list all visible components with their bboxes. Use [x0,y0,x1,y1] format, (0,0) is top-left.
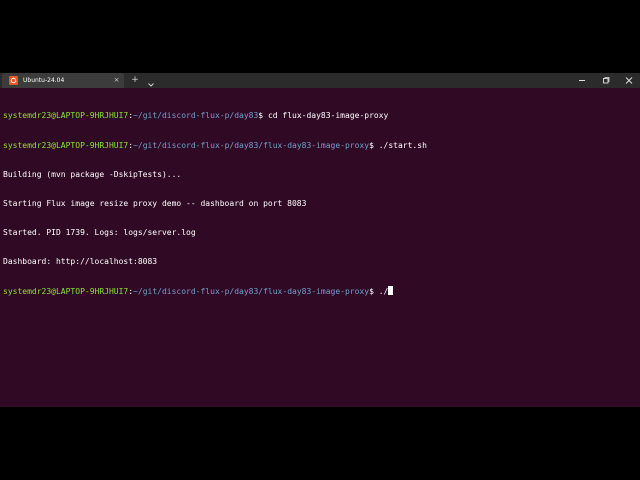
chevron-down-icon[interactable] [146,75,156,87]
title-bar: Ubuntu-24.04 × + [0,73,640,88]
prompt-line-active: systemdr23@LAPTOP-9HRJHUI7:~/git/discord… [3,285,637,296]
output-line: Dashboard: http://localhost:8083 [3,256,158,266]
output-line: Building (mvn package -DskipTests)... [3,169,182,179]
restore-icon [603,77,610,84]
letterbox-bottom [0,407,640,480]
ubuntu-icon [9,76,18,85]
tab-ubuntu[interactable]: Ubuntu-24.04 × [2,73,124,88]
terminal-output[interactable]: systemdr23@LAPTOP-9HRJHUI7:~/git/discord… [3,92,637,315]
prompt-symbol: $ [369,140,379,150]
prompt-line: systemdr23@LAPTOP-9HRJHUI7:~/git/discord… [3,141,637,151]
restore-button[interactable] [594,73,618,88]
new-tab-icon[interactable]: + [130,75,140,86]
prompt-symbol: $ [258,111,268,121]
prompt-user: systemdr23@LAPTOP-9HRJHUI7 [3,286,129,296]
prompt-path: ~/git/discord-flux-p/day83/flux-day83-im… [133,286,370,296]
text-cursor [388,285,394,295]
close-icon [625,77,633,84]
output-line: Started. PID 1739. Logs: logs/server.log [3,227,196,237]
prompt-path: ~/git/discord-flux-p/day83/flux-day83-im… [133,140,370,150]
command-text: cd flux-day83-image-proxy [267,111,389,121]
prompt-line: systemdr23@LAPTOP-9HRJHUI7:~/git/discord… [3,111,637,121]
close-button[interactable] [617,73,640,88]
prompt-symbol: $ [369,286,379,296]
prompt-user: systemdr23@LAPTOP-9HRJHUI7 [3,111,129,121]
terminal-window: Ubuntu-24.04 × + systemdr23@LAPTOP-9HRJH… [0,73,640,407]
command-text: ./start.sh [378,140,427,150]
minimize-button[interactable] [570,73,594,88]
prompt-user: systemdr23@LAPTOP-9HRJHUI7 [3,140,129,150]
tab-title: Ubuntu-24.04 [23,77,65,84]
letterbox-top [0,0,640,73]
tab-close-icon[interactable]: × [112,75,121,86]
minimize-icon [579,80,585,81]
output-line: Starting Flux image resize proxy demo --… [3,198,307,208]
prompt-path: ~/git/discord-flux-p/day83 [133,111,259,121]
command-input[interactable]: ./ [379,287,389,296]
